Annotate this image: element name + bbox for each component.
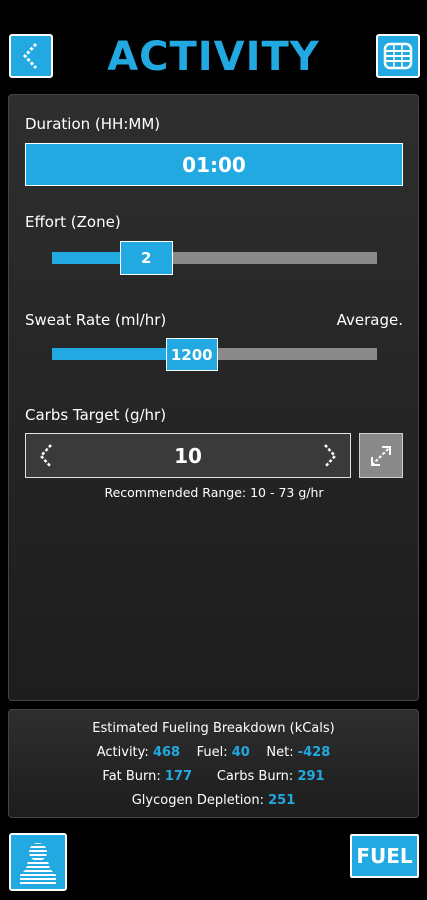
duration-value: 01:00 (182, 152, 246, 177)
activity-label: Activity: (96, 745, 149, 760)
carbs-target-label: Carbs Target (g/hr) (25, 406, 167, 424)
sweat-rate-label: Sweat Rate (ml/hr) (25, 311, 167, 329)
breakdown-row-3: Glycogen Depletion: 251 (9, 793, 418, 808)
effort-label: Effort (Zone) (25, 213, 121, 231)
recommended-range: Recommended Range: 10 - 73 g/hr (104, 485, 324, 500)
effort-value: 2 (141, 249, 152, 267)
fuel-button[interactable]: FUEL (350, 834, 419, 878)
sweat-slider-thumb[interactable]: 1200 (165, 338, 218, 371)
fat-burn-label: Fat Burn: (102, 769, 161, 784)
profile-button[interactable] (9, 833, 67, 891)
glycogen-value: 251 (268, 793, 296, 808)
effort-slider-track[interactable] (52, 252, 377, 264)
net-value: -428 (297, 745, 331, 760)
expand-icon (371, 445, 391, 466)
sweat-value: 1200 (170, 345, 213, 364)
carbs-value: 10 (174, 443, 202, 468)
duration-label: Duration (HH:MM) (25, 115, 161, 133)
fat-burn-value: 177 (164, 769, 193, 784)
page-title: ACTIVITY (107, 34, 320, 80)
breakdown-panel: Estimated Fueling Breakdown (kCals) Acti… (8, 709, 419, 818)
sweat-rate-descriptor: Average. (336, 311, 403, 329)
menu-button[interactable] (376, 34, 420, 78)
profile-icon (20, 843, 56, 885)
activity-value: 468 (152, 745, 181, 760)
increment-button[interactable] (320, 442, 340, 474)
fuel-label: Fuel: (196, 745, 228, 760)
menu-grid-icon (383, 42, 413, 70)
effort-slider-thumb[interactable]: 2 (119, 241, 173, 275)
glycogen-label: Glycogen Depletion: (131, 793, 264, 808)
expand-button[interactable] (359, 433, 403, 478)
net-label: Net: (266, 745, 294, 760)
back-button[interactable] (9, 34, 53, 78)
breakdown-row-1: Activity: 468 Fuel: 40 Net: -428 (9, 745, 418, 760)
breakdown-title: Estimated Fueling Breakdown (kCals) (92, 721, 335, 736)
breakdown-row-2: Fat Burn: 177 Carbs Burn: 291 (9, 769, 418, 784)
chevron-left-icon (22, 42, 38, 70)
fuel-button-label: FUEL (356, 844, 413, 868)
carbs-burn-value: 291 (297, 769, 325, 784)
fuel-value: 40 (231, 745, 250, 760)
duration-input[interactable]: 01:00 (25, 143, 403, 186)
carbs-burn-label: Carbs Burn: (216, 769, 294, 784)
chevron-right-icon (324, 444, 337, 468)
carbs-stepper[interactable]: 10 (25, 433, 351, 478)
